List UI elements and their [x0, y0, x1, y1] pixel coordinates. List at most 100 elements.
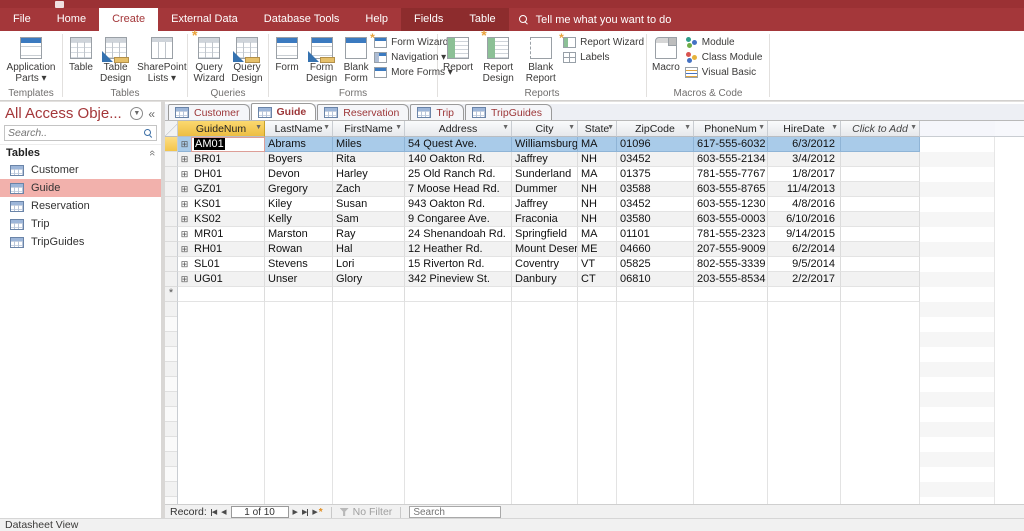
expand-icon[interactable]: ⊞	[178, 137, 191, 152]
cell-click-to-add[interactable]	[841, 212, 920, 227]
cell-zipcode[interactable]: 03588	[617, 182, 694, 197]
cell-guidenum[interactable]	[178, 287, 265, 302]
ribbon-tab-fields[interactable]: Fields	[401, 8, 457, 31]
cell-phonenum[interactable]: 207-555-9009	[694, 242, 768, 257]
cell-city[interactable]: Mount Desert	[512, 242, 578, 257]
query-design-button[interactable]: Query Design	[228, 33, 266, 85]
nav-pane-menu-icon[interactable]: ▼	[130, 107, 144, 120]
ribbon-tab-database-tools[interactable]: Database Tools	[251, 8, 353, 31]
cell-hiredate[interactable]: 9/5/2014	[768, 257, 841, 272]
expand-icon[interactable]: ⊞	[178, 272, 191, 287]
record-selector[interactable]	[165, 167, 178, 182]
cell-guidenum[interactable]: DH01	[191, 167, 265, 182]
cell-lastname[interactable]: Rowan	[265, 242, 333, 257]
cell-zipcode[interactable]: 03580	[617, 212, 694, 227]
cell-click-to-add[interactable]	[841, 137, 920, 152]
cell-firstname[interactable]: Ray	[333, 227, 405, 242]
first-record-button[interactable]: ◀	[210, 508, 217, 516]
expand-icon[interactable]: ⊞	[178, 257, 191, 272]
record-selector[interactable]	[165, 212, 178, 227]
cell-firstname[interactable]	[333, 287, 405, 302]
nav-search-input[interactable]	[8, 127, 143, 139]
table-design-button[interactable]: Table Design	[97, 33, 134, 85]
cell-address[interactable]: 54 Quest Ave.	[405, 137, 512, 152]
cell-phonenum[interactable]: 603-555-0003	[694, 212, 768, 227]
record-selector[interactable]	[165, 152, 178, 167]
cell-address[interactable]: 9 Congaree Ave.	[405, 212, 512, 227]
next-record-button[interactable]: ▶	[293, 508, 298, 516]
new-record-selector[interactable]: *	[165, 287, 178, 302]
report-button[interactable]: Report	[440, 33, 476, 74]
cell-address[interactable]: 342 Pineview St.	[405, 272, 512, 287]
cell-click-to-add[interactable]	[841, 272, 920, 287]
cell-city[interactable]: Fraconia	[512, 212, 578, 227]
record-position-box[interactable]: 1 of 10	[230, 506, 289, 518]
cell-lastname[interactable]: Gregory	[265, 182, 333, 197]
expand-icon[interactable]: ⊞	[178, 182, 191, 197]
cell-hiredate[interactable]: 1/8/2017	[768, 167, 841, 182]
doc-tab-reservation[interactable]: Reservation	[317, 104, 410, 120]
cell-guidenum[interactable]: UG01	[191, 272, 265, 287]
doc-tab-guide[interactable]: Guide	[250, 103, 317, 120]
cell-address[interactable]: 7 Moose Head Rd.	[405, 182, 512, 197]
expand-icon[interactable]: ⊞	[178, 167, 191, 182]
expand-icon[interactable]: ⊞	[178, 152, 191, 167]
cell-zipcode[interactable]: 06810	[617, 272, 694, 287]
cell-zipcode[interactable]: 01375	[617, 167, 694, 182]
cell-lastname[interactable]: Devon	[265, 167, 333, 182]
cell-city[interactable]: Dummer	[512, 182, 578, 197]
report-design-button[interactable]: * Report Design	[476, 28, 520, 85]
column-header-address[interactable]: Address ▼	[405, 121, 512, 137]
cell-state[interactable]: NH	[578, 152, 617, 167]
ribbon-tab-external-data[interactable]: External Data	[158, 8, 251, 31]
cell-firstname[interactable]: Miles	[333, 137, 405, 152]
cell-click-to-add[interactable]	[841, 227, 920, 242]
cell-zipcode[interactable]: 01096	[617, 137, 694, 152]
record-selector[interactable]	[165, 182, 178, 197]
cell-click-to-add[interactable]	[841, 257, 920, 272]
shutter-close-icon[interactable]: «	[148, 107, 155, 121]
cell-city[interactable]: Williamsburg	[512, 137, 578, 152]
cell-address[interactable]: 12 Heather Rd.	[405, 242, 512, 257]
macro-button[interactable]: Macro	[649, 33, 683, 74]
expand-icon[interactable]: ⊞	[178, 227, 191, 242]
cell-lastname[interactable]: Stevens	[265, 257, 333, 272]
cell-city[interactable]: Coventry	[512, 257, 578, 272]
column-header-firstname[interactable]: FirstName ▼	[333, 121, 405, 137]
cell-firstname[interactable]: Sam	[333, 212, 405, 227]
ribbon-tab-home[interactable]: Home	[44, 8, 99, 31]
cell-firstname[interactable]: Susan	[333, 197, 405, 212]
cell-phonenum[interactable]	[694, 287, 768, 302]
blank-form-button[interactable]: Blank Form	[340, 33, 372, 85]
sidebar-item-trip[interactable]: Trip	[0, 215, 161, 233]
expand-icon[interactable]: ⊞	[178, 212, 191, 227]
cell-phonenum[interactable]: 603-555-2134	[694, 152, 768, 167]
cell-address[interactable]: 15 Riverton Rd.	[405, 257, 512, 272]
new-record-row[interactable]: *	[165, 287, 920, 302]
cell-guidenum[interactable]: KS02	[191, 212, 265, 227]
record-selector[interactable]	[165, 272, 178, 287]
cell-lastname[interactable]: Abrams	[265, 137, 333, 152]
column-dropdown-icon[interactable]: ▼	[323, 124, 330, 131]
nav-search-box[interactable]	[4, 125, 157, 141]
cell-phonenum[interactable]: 781-555-7767	[694, 167, 768, 182]
ribbon-tab-file[interactable]: File	[0, 8, 44, 31]
cell-guidenum[interactable]: GZ01	[191, 182, 265, 197]
cell-lastname[interactable]	[265, 287, 333, 302]
cell-hiredate[interactable]	[768, 287, 841, 302]
doc-tab-customer[interactable]: Customer	[168, 104, 250, 120]
module-button[interactable]: Module	[685, 37, 763, 48]
sharepoint-lists-button[interactable]: SharePoint Lists ▾	[134, 33, 189, 85]
cell-hiredate[interactable]: 9/14/2015	[768, 227, 841, 242]
filter-status[interactable]: No Filter	[339, 506, 392, 518]
cell-guidenum[interactable]: AM01	[191, 137, 265, 152]
cell-address[interactable]: 140 Oakton Rd.	[405, 152, 512, 167]
cell-firstname[interactable]: Lori	[333, 257, 405, 272]
sidebar-item-customer[interactable]: Customer	[0, 161, 161, 179]
cell-firstname[interactable]: Rita	[333, 152, 405, 167]
column-dropdown-icon[interactable]: ▼	[395, 124, 402, 131]
cell-lastname[interactable]: Boyers	[265, 152, 333, 167]
labels-button[interactable]: Labels	[563, 52, 644, 63]
cell-hiredate[interactable]: 11/4/2013	[768, 182, 841, 197]
cell-state[interactable]: NH	[578, 212, 617, 227]
